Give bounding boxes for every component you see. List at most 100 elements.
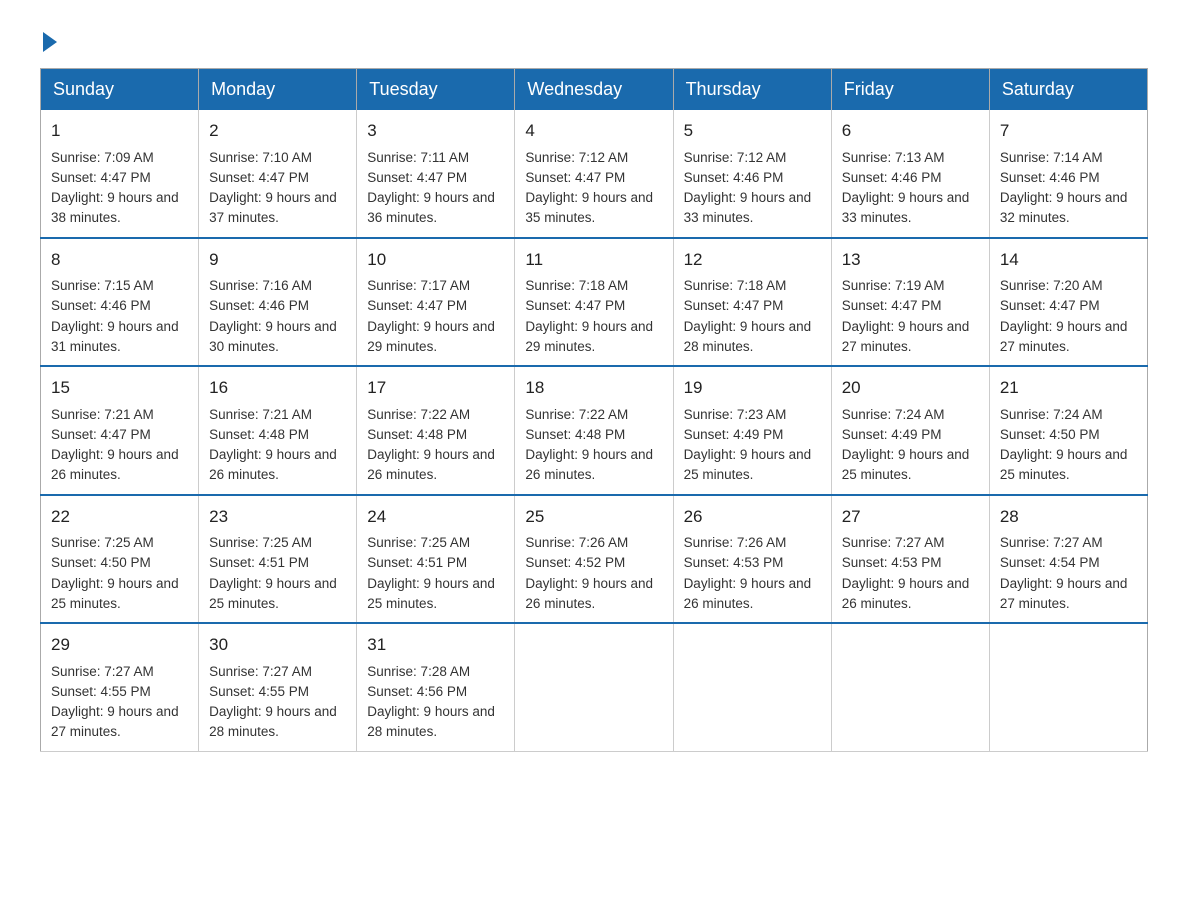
day-daylight: Daylight: 9 hours and 26 minutes. [525,576,653,611]
day-number: 1 [51,118,188,144]
day-sunset: Sunset: 4:47 PM [842,298,942,313]
day-sunset: Sunset: 4:48 PM [367,427,467,442]
day-sunset: Sunset: 4:51 PM [209,555,309,570]
day-sunset: Sunset: 4:46 PM [51,298,151,313]
day-sunset: Sunset: 4:47 PM [51,170,151,185]
day-daylight: Daylight: 9 hours and 26 minutes. [367,447,495,482]
day-sunrise: Sunrise: 7:21 AM [51,407,154,422]
day-sunrise: Sunrise: 7:24 AM [1000,407,1103,422]
day-daylight: Daylight: 9 hours and 27 minutes. [842,319,970,354]
calendar-day-cell: 11Sunrise: 7:18 AMSunset: 4:47 PMDayligh… [515,238,673,367]
day-daylight: Daylight: 9 hours and 25 minutes. [1000,447,1128,482]
day-number: 18 [525,375,662,401]
calendar-day-cell: 19Sunrise: 7:23 AMSunset: 4:49 PMDayligh… [673,366,831,495]
calendar-day-cell: 29Sunrise: 7:27 AMSunset: 4:55 PMDayligh… [41,623,199,751]
calendar-day-cell: 31Sunrise: 7:28 AMSunset: 4:56 PMDayligh… [357,623,515,751]
day-sunrise: Sunrise: 7:10 AM [209,150,312,165]
calendar-week-row: 15 Sunrise: 7:21 AM Sunset: 4:47 PM Dayligh… [41,366,1148,495]
day-sunset: Sunset: 4:47 PM [209,170,309,185]
day-sunset: Sunset: 4:53 PM [684,555,784,570]
day-number: 20 [842,375,979,401]
day-number: 30 [209,632,346,658]
day-number: 31 [367,632,504,658]
day-sunset: Sunset: 4:47 PM [367,170,467,185]
calendar-day-cell [831,623,989,751]
day-sunset: Sunset: 4:48 PM [209,427,309,442]
day-number: 29 [51,632,188,658]
day-sunset: Sunset: 4:49 PM [684,427,784,442]
day-sunset: Sunset: 4:56 PM [367,684,467,699]
day-number: 25 [525,504,662,530]
day-sunrise: Sunrise: 7:13 AM [842,150,945,165]
day-daylight: Daylight: 9 hours and 26 minutes. [209,447,337,482]
calendar-week-row: 22 Sunrise: 7:25 AM Sunset: 4:50 PM Dayligh… [41,495,1148,624]
day-sunrise: Sunrise: 7:15 AM [51,278,154,293]
day-daylight: Daylight: 9 hours and 26 minutes. [51,447,179,482]
day-sunrise: Sunrise: 7:09 AM [51,150,154,165]
day-sunrise: Sunrise: 7:25 AM [367,535,470,550]
day-number: 11 [525,247,662,273]
day-sunset: Sunset: 4:46 PM [842,170,942,185]
day-header-friday: Friday [831,69,989,111]
day-number: 22 [51,504,188,530]
day-sunset: Sunset: 4:47 PM [525,298,625,313]
day-daylight: Daylight: 9 hours and 25 minutes. [209,576,337,611]
day-number: 26 [684,504,821,530]
day-sunrise: Sunrise: 7:27 AM [842,535,945,550]
day-number: 13 [842,247,979,273]
day-sunset: Sunset: 4:52 PM [525,555,625,570]
day-number: 28 [1000,504,1137,530]
day-sunset: Sunset: 4:47 PM [51,427,151,442]
day-sunset: Sunset: 4:50 PM [51,555,151,570]
logo-top [40,30,57,52]
day-sunrise: Sunrise: 7:27 AM [209,664,312,679]
day-sunset: Sunset: 4:50 PM [1000,427,1100,442]
day-daylight: Daylight: 9 hours and 27 minutes. [1000,576,1128,611]
day-header-thursday: Thursday [673,69,831,111]
day-number: 8 [51,247,188,273]
calendar-day-cell: 23Sunrise: 7:25 AMSunset: 4:51 PMDayligh… [199,495,357,624]
day-sunset: Sunset: 4:47 PM [367,298,467,313]
day-sunrise: Sunrise: 7:12 AM [684,150,787,165]
day-number: 15 [51,375,188,401]
calendar-day-cell: 16Sunrise: 7:21 AMSunset: 4:48 PMDayligh… [199,366,357,495]
calendar-day-cell: 15 Sunrise: 7:21 AM Sunset: 4:47 PM Dayligh… [41,366,199,495]
day-daylight: Daylight: 9 hours and 37 minutes. [209,190,337,225]
day-daylight: Daylight: 9 hours and 27 minutes. [51,704,179,739]
day-daylight: Daylight: 9 hours and 25 minutes. [367,576,495,611]
day-number: 21 [1000,375,1137,401]
calendar-day-cell: 9Sunrise: 7:16 AMSunset: 4:46 PMDaylight… [199,238,357,367]
calendar-day-cell: 20Sunrise: 7:24 AMSunset: 4:49 PMDayligh… [831,366,989,495]
day-daylight: Daylight: 9 hours and 28 minutes. [209,704,337,739]
day-header-saturday: Saturday [989,69,1147,111]
calendar-day-cell: 30Sunrise: 7:27 AMSunset: 4:55 PMDayligh… [199,623,357,751]
day-daylight: Daylight: 9 hours and 33 minutes. [684,190,812,225]
day-number: 4 [525,118,662,144]
calendar-day-cell [673,623,831,751]
day-sunrise: Sunrise: 7:18 AM [684,278,787,293]
day-number: 10 [367,247,504,273]
day-sunset: Sunset: 4:47 PM [684,298,784,313]
calendar-table: SundayMondayTuesdayWednesdayThursdayFrid… [40,68,1148,752]
calendar-header-row: SundayMondayTuesdayWednesdayThursdayFrid… [41,69,1148,111]
day-sunset: Sunset: 4:53 PM [842,555,942,570]
day-number: 5 [684,118,821,144]
day-sunrise: Sunrise: 7:27 AM [51,664,154,679]
calendar-day-cell: 12Sunrise: 7:18 AMSunset: 4:47 PMDayligh… [673,238,831,367]
day-sunrise: Sunrise: 7:20 AM [1000,278,1103,293]
day-number: 23 [209,504,346,530]
calendar-week-row: 29Sunrise: 7:27 AMSunset: 4:55 PMDayligh… [41,623,1148,751]
calendar-day-cell: 24Sunrise: 7:25 AMSunset: 4:51 PMDayligh… [357,495,515,624]
day-sunrise: Sunrise: 7:23 AM [684,407,787,422]
logo [40,30,57,48]
day-number: 7 [1000,118,1137,144]
day-sunrise: Sunrise: 7:19 AM [842,278,945,293]
day-daylight: Daylight: 9 hours and 31 minutes. [51,319,179,354]
calendar-day-cell: 4Sunrise: 7:12 AMSunset: 4:47 PMDaylight… [515,110,673,238]
day-daylight: Daylight: 9 hours and 25 minutes. [51,576,179,611]
calendar-day-cell: 5Sunrise: 7:12 AMSunset: 4:46 PMDaylight… [673,110,831,238]
calendar-day-cell [989,623,1147,751]
day-sunrise: Sunrise: 7:11 AM [367,150,469,165]
day-sunrise: Sunrise: 7:17 AM [367,278,470,293]
day-sunset: Sunset: 4:46 PM [209,298,309,313]
